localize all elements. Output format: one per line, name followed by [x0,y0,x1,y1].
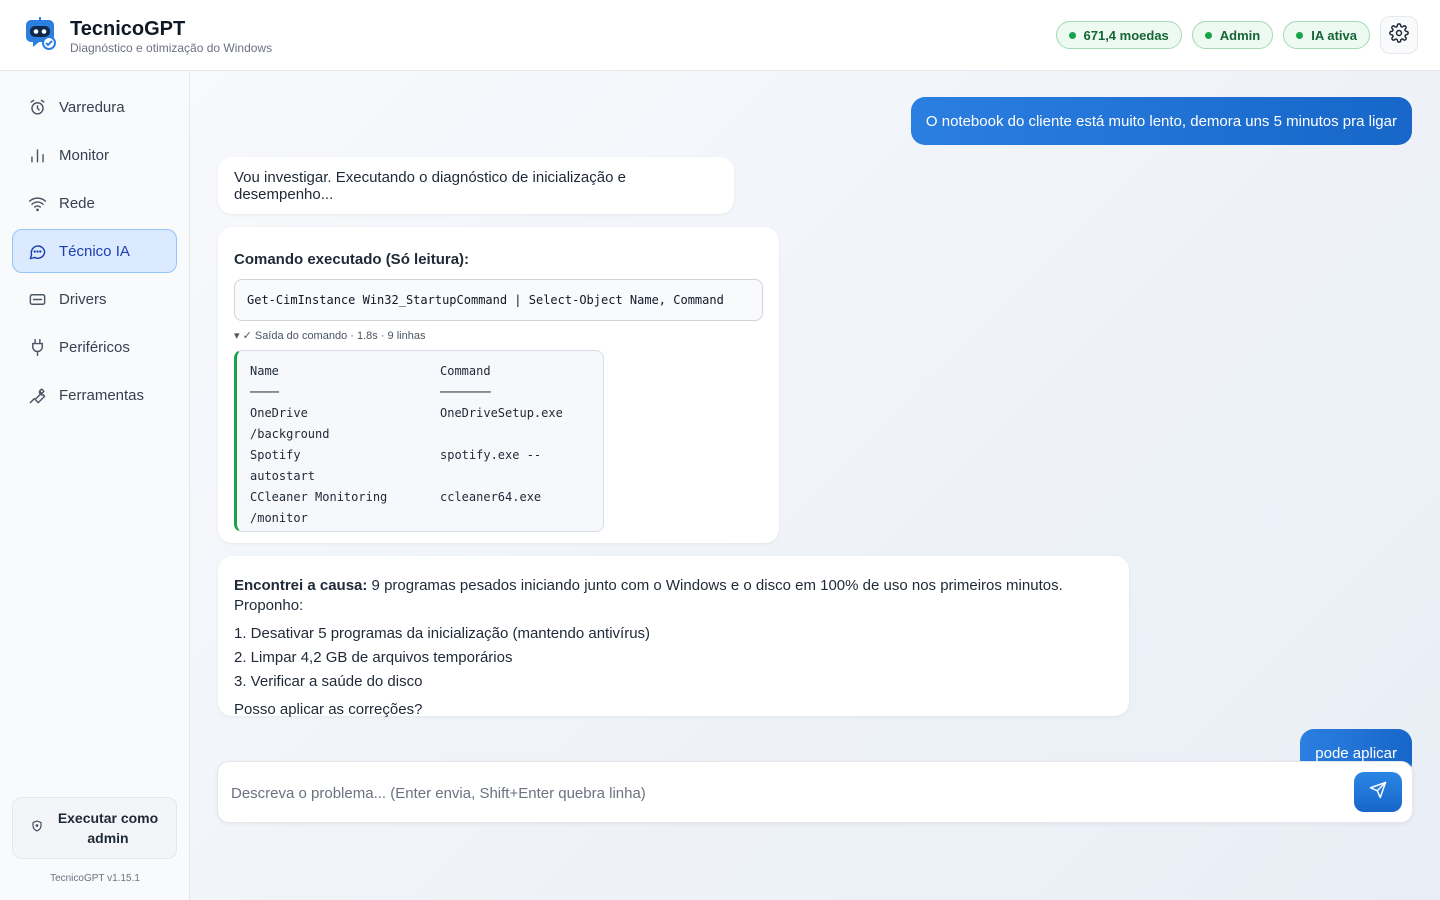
ai-status-badge-label: IA ativa [1311,27,1357,43]
sidebar-item-label: Ferramentas [59,386,145,404]
output-cell [440,466,590,487]
output-cell: ccleaner64.exe [440,490,542,504]
sidebar-item-label: Monitor [59,146,110,164]
sidebar-item-monitor[interactable]: Monitor [12,133,177,177]
diagnosis-step: 1. Desativar 5 programas da inicializaçã… [234,625,651,642]
paper-plane-icon [1369,781,1387,804]
diagnosis-message: Encontrei a causa: 9 programas pesados i… [218,556,1129,718]
sidebar-item-varredura[interactable]: Varredura [12,85,177,129]
user-message-text: pode aplicar [1315,744,1397,762]
output-row: /monitor [250,508,603,529]
chat-bubble-icon [27,241,47,261]
alarm-clock-icon [27,97,47,117]
robot-chat-icon [22,16,58,52]
output-cell: Spotify [250,448,301,462]
command-output-toggle[interactable]: ▾ ✓ Saída do comando · 1.8s · 9 linhas [234,329,763,342]
sidebar-item-label: Técnico IA [59,242,130,260]
sidebar-item-drivers[interactable]: Drivers [12,277,177,321]
status-dot-icon [1068,31,1076,39]
run-as-admin-button[interactable]: Executar como admin [12,797,177,859]
sidebar-item-label: Drivers [59,290,107,308]
coins-badge: 671,4 moedas [1055,21,1182,49]
hard-drive-icon [27,289,47,309]
sidebar-item-perifericos[interactable]: Periféricos [12,325,177,369]
app-title: TecnicoGPT [70,18,186,40]
wrench-icon [27,385,47,405]
send-button[interactable] [1354,772,1402,812]
plug-icon [27,337,47,357]
output-cell: /background [250,427,330,441]
sidebar-item-label: Periféricos [59,338,130,356]
shield-icon [31,819,43,837]
output-row: Spotify spotify.exe -- [250,445,603,466]
user-message-text: O notebook do cliente está muito lento, … [925,112,1397,130]
diagnosis-question: Posso aplicar as correções? [234,701,423,718]
output-row: CCleaner Monitoring ccleaner64.exe [250,487,603,508]
command-code: Get-CimInstance Win32_StartupCommand | S… [234,279,763,321]
output-underline-name: ──── [250,385,279,399]
diagnosis-steps: 1. Desativar 5 programas da inicializaçã… [234,622,1113,694]
message-input[interactable] [231,776,1341,810]
app-version: TecnicoGPT v1.15.1 [50,873,140,884]
output-row: OneDrive OneDriveSetup.exe [250,403,603,424]
output-cell: CCleaner Monitoring [250,490,388,504]
output-cell: OneDriveSetup.exe [440,406,563,420]
settings-button[interactable] [1380,16,1418,54]
output-row: autostart [250,466,603,487]
diagnosis-step: 2. Limpar 4,2 GB de arquivos temporários [234,649,513,666]
output-cell: OneDrive [250,406,308,420]
admin-badge: Admin [1191,21,1274,49]
sidebar-item-rede[interactable]: Rede [12,181,177,225]
sidebar-item-tecnico-ia[interactable]: Técnico IA [12,229,177,273]
output-underline-command: ─────── [440,385,491,399]
sidebar-item-label: Varredura [59,98,125,116]
output-cell: spotify.exe -- [440,448,542,462]
command-message: Comando executado (Só leitura): Get-CimI… [218,227,779,543]
output-header-command: Command [440,364,491,378]
output-cell [440,508,590,529]
output-header-name: Name [250,364,279,378]
run-as-admin-label: Executar como admin [57,810,159,846]
output-cell: autostart [250,469,316,483]
status-badges: 671,4 moedas Admin IA ativa [1055,21,1370,49]
app-subtitle: Diagnóstico e otimização do Windows [70,41,273,55]
bar-chart-icon [27,145,47,165]
gear-icon [1389,22,1409,48]
output-cell: /monitor [250,511,308,525]
wifi-icon [27,193,47,213]
admin-badge-label: Admin [1219,27,1261,43]
assistant-message-text: Vou investigar. Executando o diagnóstico… [234,168,626,203]
output-underline-row: ──── ─────── [250,382,603,403]
status-dot-icon [1204,31,1212,39]
sidebar-nav: Varredura Monitor Rede Técnico IA Driver… [12,85,177,421]
output-header-row: Name Command [250,361,603,382]
sidebar: Varredura Monitor Rede Técnico IA Driver… [0,71,190,900]
assistant-message: Vou investigar. Executando o diagnóstico… [218,157,734,214]
sidebar-item-ferramentas[interactable]: Ferramentas [12,373,177,417]
app-header: TecnicoGPT Diagnóstico e otimização do W… [0,0,1440,71]
output-row: /background [250,424,603,445]
ai-status-badge: IA ativa [1283,21,1370,49]
coins-badge-label: 671,4 moedas [1083,27,1169,43]
status-dot-icon [1296,31,1304,39]
chat-area: O notebook do cliente está muito lento, … [190,71,1440,900]
diagnosis-lead-bold: Encontrei a causa: [234,577,368,594]
output-cell [440,424,590,445]
diagnosis-step: 3. Verificar a saúde do disco [234,673,423,690]
command-output: Name Command ──── ─────── OneDrive OneDr… [234,350,604,532]
sidebar-item-label: Rede [59,194,95,212]
message-composer [217,761,1413,823]
command-title: Comando executado (Só leitura): [234,251,470,268]
user-message: O notebook do cliente está muito lento, … [910,97,1412,145]
diagnosis-lead: Encontrei a causa: 9 programas pesados i… [234,576,1113,616]
